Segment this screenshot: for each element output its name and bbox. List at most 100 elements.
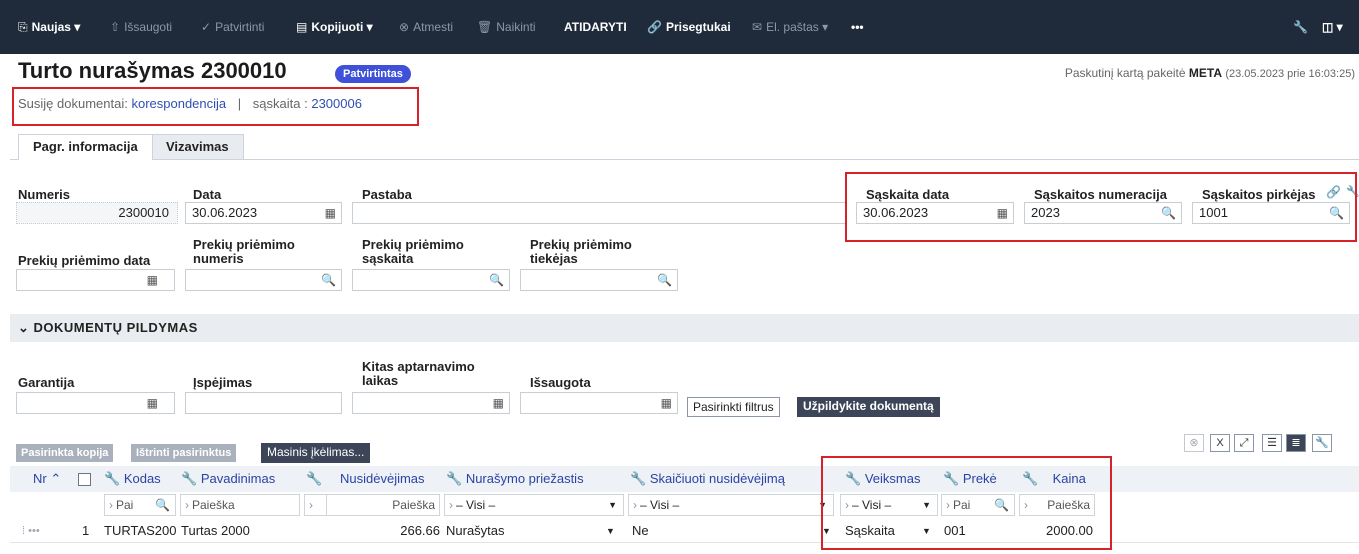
check-icon: ✓ [201, 20, 212, 34]
ispejimas-label: Įspėjimas [193, 375, 253, 390]
row-menu-icon[interactable]: ⁞ ••• [22, 520, 40, 542]
wrench-icon[interactable]: 🔧 [1312, 434, 1332, 452]
pastaba-field[interactable] [352, 202, 846, 224]
wrench-icon: 🔧 [181, 471, 198, 486]
chevron-right-icon: › [633, 498, 637, 512]
expand-icon[interactable]: ⤢ [1234, 434, 1254, 452]
delete-selected-button[interactable]: Ištrinti pasirinktus [131, 444, 237, 462]
dropdown-arrow-icon[interactable]: ▼ [606, 520, 615, 542]
cell-nr: 1 [82, 523, 90, 538]
highlight-box-related [12, 87, 419, 126]
wrench-icon: 🔧 [104, 471, 121, 486]
highlight-box-invoice [845, 172, 1357, 242]
cell-pavadinimas[interactable]: Turtas 2000 [181, 520, 250, 542]
select-filters-button[interactable]: Pasirinkti filtrus [687, 397, 780, 417]
col-pavadinimas-header[interactable]: 🔧 Pavadinimas [181, 468, 275, 490]
numeris-field[interactable]: 2300010 [16, 202, 178, 224]
calendar-icon[interactable]: ▦ [325, 203, 336, 223]
delete-button[interactable]: 🗑 Naikinti [477, 18, 536, 36]
paperclip-icon: 🔗 [647, 20, 662, 34]
more-button[interactable]: ••• [851, 18, 864, 36]
email-button[interactable]: ✉ El. paštas ▾ [752, 18, 828, 36]
filter-nusidevejimas[interactable]: Paieška [326, 494, 440, 516]
filter-kodas[interactable]: › Pai 🔍 [104, 494, 176, 516]
filter-skaiciuoti[interactable]: › – Visi – ▼ [628, 494, 834, 516]
excel-icon[interactable]: X [1210, 434, 1230, 452]
wrench-icon[interactable]: 🔧 [306, 468, 322, 490]
col-priezastis-header[interactable]: 🔧 Nurašymo priežastis [446, 468, 584, 490]
bulk-upload-button[interactable]: Masinis įkėlimas... [261, 443, 371, 463]
copy-icon: ▤ [296, 20, 308, 34]
copy-button[interactable]: ▤ Kopijuoti ▾ [296, 18, 373, 36]
attachments-button[interactable]: 🔗 Prisegtukai [647, 18, 731, 36]
priemimo-numeris-field[interactable]: 🔍 [185, 269, 342, 291]
save-icon: ⇧ [110, 20, 121, 34]
cancel-circle-icon: ⊗ [399, 20, 410, 34]
cell-nusidevejimas[interactable]: 266.66 [326, 520, 440, 542]
layout-panel-icon[interactable]: ◫ ▾ [1322, 18, 1343, 36]
tab-approval[interactable]: Vizavimas [151, 134, 244, 159]
col-skaiciuoti-header[interactable]: 🔧 Skaičiuoti nusidėvėjimą [630, 468, 785, 490]
sort-up-icon: ⌃ [50, 471, 62, 486]
calendar-icon[interactable]: ▦ [493, 393, 504, 413]
pastaba-label: Pastaba [362, 187, 412, 202]
search-icon[interactable]: 🔍 [489, 270, 504, 290]
garantija-label: Garantija [18, 375, 75, 390]
kitas-laikas-field[interactable]: ▦ [352, 392, 510, 414]
priemimo-saskaita-label: Prekių priėmimo sąskaita [362, 237, 464, 266]
col-nr-header[interactable]: Nr ⌃ [33, 468, 61, 490]
search-icon: 🔍 [155, 498, 170, 512]
issaugota-label: Išsaugota [530, 375, 591, 390]
col-kodas-header[interactable]: 🔧 Kodas [104, 468, 161, 490]
filter-spacer: › [304, 494, 326, 516]
kitas-laikas-label: Kitas aptarnavimo laikas [362, 359, 475, 388]
chevron-down-icon: ⌄ [18, 320, 34, 335]
cell-kodas[interactable]: TURTAS200 [104, 520, 178, 542]
chevron-right-icon: › [449, 498, 453, 512]
clear-icon[interactable]: ⊗ [1184, 434, 1204, 452]
new-button[interactable]: ⎘ Naujas ▾ [18, 18, 80, 36]
tab-main-info[interactable]: Pagr. informacija [18, 134, 153, 160]
tab-divider [10, 159, 1359, 160]
select-all-checkbox[interactable] [78, 473, 91, 486]
discard-button[interactable]: ⊗ Atmesti [399, 18, 453, 36]
fill-document-button[interactable]: Užpildykite dokumentą [797, 397, 940, 417]
cell-skaiciuoti[interactable]: Ne [632, 520, 649, 542]
new-document-icon: ⎘ [18, 20, 28, 34]
data-field[interactable]: 30.06.2023 ▦ [185, 202, 342, 224]
priemimo-tiekejas-field[interactable]: 🔍 [520, 269, 678, 291]
priemimo-data-label: Prekių priėmimo data [18, 253, 151, 268]
trash-icon: 🗑 [477, 20, 493, 34]
calendar-icon[interactable]: ▦ [147, 393, 158, 413]
priemimo-data-field[interactable]: ▦ [16, 269, 175, 291]
open-button[interactable]: ATIDARYTI [564, 18, 627, 36]
last-modified-info: Paskutinį kartą pakeitė META (23.05.2023… [1064, 66, 1355, 80]
calendar-icon[interactable]: ▦ [147, 270, 158, 290]
chevron-right-icon: › [185, 498, 189, 512]
priemimo-tiekejas-label: Prekių priėmimo tiekėjas [530, 237, 632, 266]
numeris-label: Numeris [18, 187, 71, 202]
copy-selected-button[interactable]: Pasirinkta kopija [16, 444, 114, 462]
filter-pavadinimas[interactable]: › Paieška [180, 494, 300, 516]
wrench-icon: 🔧 [446, 471, 463, 486]
search-icon[interactable]: 🔍 [321, 270, 336, 290]
issaugota-field[interactable]: ▦ [520, 392, 678, 414]
priemimo-saskaita-field[interactable]: 🔍 [352, 269, 510, 291]
wrench-icon[interactable]: 🔧 [1293, 18, 1308, 36]
garantija-field[interactable]: ▦ [16, 392, 175, 414]
search-icon[interactable]: 🔍 [657, 270, 672, 290]
cell-priezastis[interactable]: Nurašytas [446, 520, 505, 542]
filter-priezastis[interactable]: › – Visi – ▼ [444, 494, 624, 516]
ispejimas-field[interactable] [185, 392, 342, 414]
compact-view-icon[interactable]: ≣ [1286, 434, 1306, 452]
chevron-right-icon: › [309, 498, 313, 512]
list-view-icon[interactable]: ☰ [1262, 434, 1282, 452]
col-nusidevejimas-header[interactable]: Nusidėvėjimas [340, 468, 425, 490]
save-button[interactable]: ⇧ Išsaugoti [110, 18, 172, 36]
envelope-icon: ✉ [752, 20, 763, 34]
wrench-icon: 🔧 [630, 471, 647, 486]
priemimo-numeris-label: Prekių priėmimo numeris [193, 237, 295, 266]
calendar-icon[interactable]: ▦ [661, 393, 672, 413]
section-document-filling[interactable]: ⌄ DOKUMENTŲ PILDYMAS [10, 314, 1359, 342]
confirm-button[interactable]: ✓ Patvirtinti [201, 18, 264, 36]
